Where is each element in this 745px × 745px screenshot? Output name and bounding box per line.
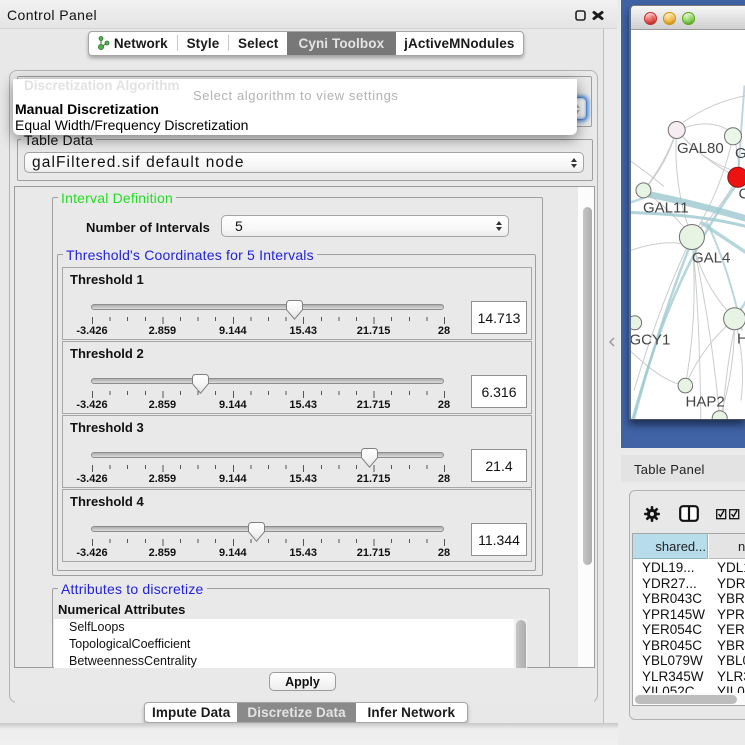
- svg-text:GAL4: GAL4: [692, 250, 730, 267]
- svg-text:GAL80: GAL80: [677, 140, 724, 157]
- svg-text:HAP2: HAP2: [686, 394, 725, 411]
- svg-text:GCY1: GCY1: [631, 332, 670, 349]
- svg-text:C: C: [739, 186, 745, 203]
- svg-text:GA: GA: [735, 145, 745, 162]
- svg-text:GAL11: GAL11: [643, 200, 689, 217]
- svg-text:H: H: [737, 331, 745, 348]
